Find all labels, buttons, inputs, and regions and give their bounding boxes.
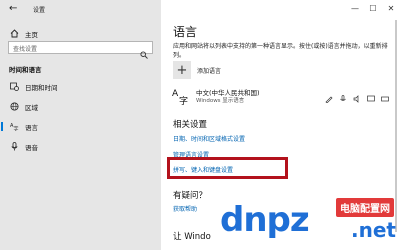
page-description: 应用和网站将以列表中支持的第一种语言显示。按住(或按)语言并拖动，以重新排列。 [173,43,388,59]
language-glyph-icon: A字 [172,87,190,107]
sidebar-item-label: 语言 [25,123,38,132]
home-icon [10,29,19,38]
related-settings-title: 相关设置 [173,120,208,130]
window-controls: — ☐ ✕ [346,0,400,16]
search-icon[interactable] [140,44,148,59]
close-button[interactable]: ✕ [382,0,400,16]
pen-icon [325,88,333,104]
sidebar-item-label: 语音 [25,143,38,152]
home-nav-item[interactable]: 主页 [0,27,161,40]
window-title: 设置 [33,7,46,14]
watermark-suffix: .net [351,218,396,242]
bottom-section-title: 让 Windo [173,232,211,242]
sidebar-item-language[interactable]: A字 语言 [0,120,161,133]
sidebar-item-label: 区域 [25,103,38,112]
calendar-clock-icon [10,82,19,91]
svg-text:字: 字 [14,126,19,132]
section-title: 时间和语言 [9,66,42,74]
sidebar-item-speech[interactable]: 语音 [0,140,161,153]
spelling-typing-keyboard-link[interactable]: 拼写、键入和键盘设置 [173,165,233,174]
globe-icon [10,102,19,111]
keyboard-icon [381,88,389,102]
display-icon [367,88,375,102]
svg-text:字: 字 [179,95,188,105]
watermark-label: 电脑配置网 [336,198,394,217]
minimize-button[interactable]: — [346,0,364,16]
svg-text:A: A [172,89,179,99]
back-arrow-icon[interactable]: ← [9,3,17,14]
question-title: 有疑问？ [173,191,208,201]
settings-sidebar: ← 设置 主页 查找设置 时间和语言 日期和时间 区域 A字 语言 语音 [0,0,161,250]
language-subtitle: Windows 显示语言 [196,98,245,104]
add-language-button[interactable]: + [173,61,191,79]
speaker-icon [353,88,361,103]
maximize-button[interactable]: ☐ [364,0,382,16]
language-icon: A字 [10,122,19,131]
sidebar-item-label: 日期和时间 [25,83,58,92]
watermark-text: dnpz [220,200,310,240]
language-feature-icons [325,88,389,104]
page-title: 语言 [173,25,198,39]
watermark-logo: dnpz 电脑配置网 .net [212,196,400,250]
speech-icon [339,88,347,101]
microphone-icon [10,142,19,151]
title-bar: ← 设置 [0,0,161,20]
search-placeholder: 查找设置 [13,46,38,53]
home-label: 主页 [25,30,38,39]
sidebar-item-datetime[interactable]: 日期和时间 [0,80,161,93]
get-help-link[interactable]: 获取帮助 [173,204,197,213]
datetime-region-link[interactable]: 日期、时间和区域格式设置 [173,134,245,143]
add-language-label[interactable]: 添加语言 [197,66,221,75]
sidebar-item-region[interactable]: 区域 [0,100,161,113]
plus-icon: + [176,62,188,78]
search-input[interactable]: 查找设置 [8,41,153,59]
